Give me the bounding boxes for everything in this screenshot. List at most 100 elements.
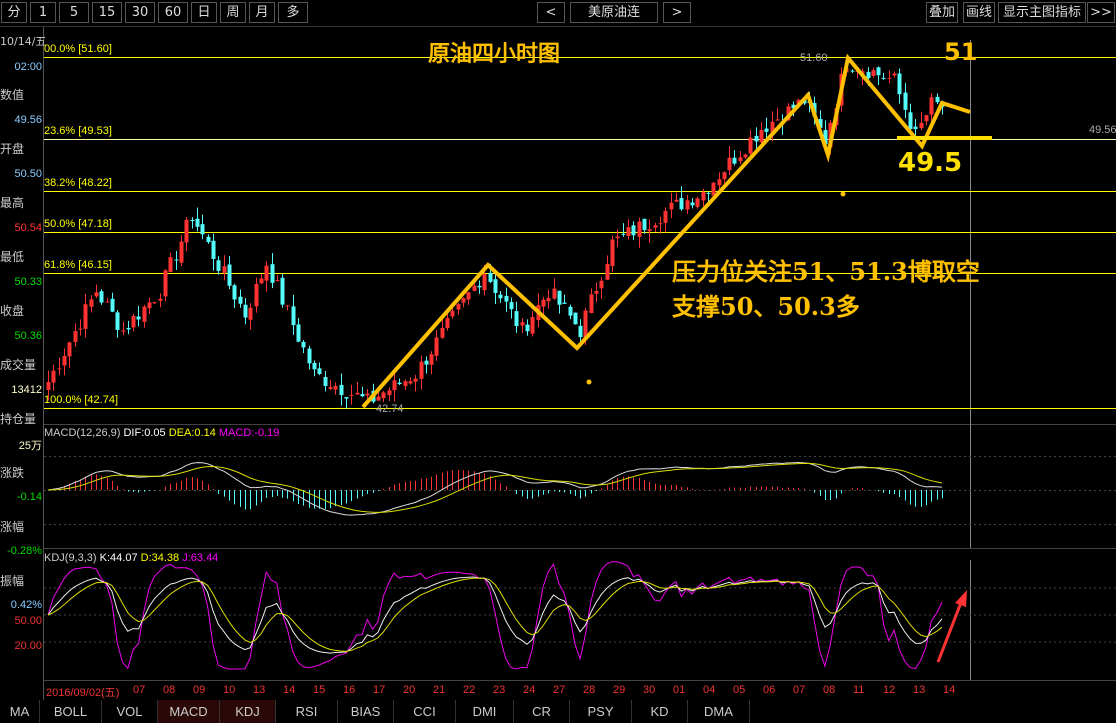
overlay-button[interactable]: 叠加 [926, 2, 958, 23]
period-button-1[interactable]: 1 [30, 2, 56, 23]
tab-bias[interactable]: BIAS [338, 700, 394, 723]
tab-kd[interactable]: KD [632, 700, 688, 723]
tab-kdj[interactable]: KDJ [220, 700, 276, 723]
candle-body [871, 70, 876, 76]
chart-area[interactable] [0, 0, 1116, 700]
tab-cr[interactable]: CR [514, 700, 570, 723]
candle-body [637, 221, 642, 237]
date-tick: 29 [613, 684, 626, 696]
candle-body [706, 192, 711, 194]
candle-body [57, 368, 62, 370]
candle-body [456, 304, 461, 310]
macd-title: MACD(12,26,9) DIF:0.05 DEA:0.14 MACD:-0.… [44, 427, 279, 439]
candle-body [136, 316, 141, 320]
fib-label: 100.0% [42.74] [44, 393, 119, 406]
tab-vol[interactable]: VOL [102, 700, 158, 723]
candle-body [429, 354, 434, 365]
candle-body [211, 240, 216, 259]
tab-rsi[interactable]: RSI [276, 700, 338, 723]
candle-body [376, 396, 381, 401]
candle-body [115, 312, 120, 330]
period-button-3[interactable]: 15 [92, 2, 122, 23]
candle-body [573, 312, 578, 325]
close-value: 50.36 [14, 330, 42, 342]
tab-ma[interactable]: MA [0, 700, 40, 723]
candle-body [743, 154, 748, 158]
volume-value: 13412 [11, 384, 42, 396]
candle-body [881, 77, 886, 79]
tab-boll[interactable]: BOLL [40, 700, 102, 723]
pct-value: -0.28% [7, 545, 42, 557]
fib-label: 61.8% [46.15] [44, 258, 112, 271]
candle-body [498, 294, 503, 299]
more-button[interactable]: >> [1087, 2, 1115, 23]
candle-body [557, 290, 562, 305]
date-tick: 10 [223, 684, 236, 696]
change-label: 涨跌 [0, 466, 25, 480]
candle-body [206, 236, 211, 243]
period-button-5[interactable]: 60 [158, 2, 188, 23]
candle-body [525, 324, 530, 332]
date-tick: 23 [493, 684, 506, 696]
period-button-2[interactable]: 5 [59, 2, 89, 23]
candle-body [73, 331, 78, 343]
kdj-k: K:44.07 [99, 552, 138, 564]
candle-body [291, 306, 296, 326]
prev-symbol-button[interactable]: < [537, 2, 565, 23]
candle-body [184, 219, 189, 243]
tab-cci[interactable]: CCI [394, 700, 456, 723]
candle-body [727, 157, 732, 171]
candle-body [333, 385, 338, 390]
candle-body [147, 302, 152, 309]
candle-body [509, 302, 514, 310]
candle-body [685, 200, 690, 210]
tab-dmi[interactable]: DMI [456, 700, 514, 723]
period-button-0[interactable]: 分 [1, 2, 27, 23]
candle-body [238, 296, 243, 304]
candle-body [866, 71, 871, 79]
candle-body [897, 73, 902, 95]
low-price-mark: 42.74 [376, 403, 404, 415]
candle-body [307, 348, 312, 364]
candle-body [419, 361, 424, 379]
date-label: 10/14/五 [0, 35, 47, 48]
candle-body [568, 306, 573, 316]
candle-body [163, 270, 168, 297]
candle-body [653, 225, 658, 228]
next-symbol-button[interactable]: > [663, 2, 691, 23]
show-indicator-button[interactable]: 显示主图指标 [998, 2, 1086, 23]
date-tick: 20 [403, 684, 416, 696]
period-button-9[interactable]: 多 [278, 2, 308, 23]
candle-body [78, 328, 83, 330]
candle-body [876, 67, 881, 76]
candle-body [270, 264, 275, 283]
macd-value: MACD:-0.19 [218, 427, 280, 439]
candle-body [605, 263, 610, 280]
tab-dma[interactable]: DMA [688, 700, 750, 723]
period-button-4[interactable]: 30 [125, 2, 155, 23]
oi-label: 持仓量 [0, 412, 37, 426]
date-tick: 27 [553, 684, 566, 696]
support-level-annotation: 49.5 [898, 148, 963, 178]
symbol-selector[interactable]: 美原油连 [570, 2, 658, 23]
period-button-8[interactable]: 月 [249, 2, 275, 23]
tab-macd[interactable]: MACD [158, 700, 220, 723]
draw-line-button[interactable]: 画线 [963, 2, 995, 23]
candle-body [695, 198, 700, 207]
candle-body [158, 298, 163, 301]
candle-body [190, 219, 195, 222]
date-tick: 13 [253, 684, 266, 696]
candle-body [227, 264, 232, 286]
date-tick: 24 [523, 684, 536, 696]
period-button-6[interactable]: 日 [191, 2, 217, 23]
candle-body [200, 224, 205, 235]
date-tick: 15 [313, 684, 326, 696]
marker-dot [586, 379, 592, 385]
tab-psy[interactable]: PSY [570, 700, 632, 723]
period-button-7[interactable]: 周 [220, 2, 246, 23]
candle-body [301, 341, 306, 348]
date-tick: 07 [133, 684, 146, 696]
kdj-50-label: 50.00 [14, 615, 42, 627]
candle-body [168, 257, 173, 273]
macd-dif: DIF:0.05 [123, 427, 166, 439]
